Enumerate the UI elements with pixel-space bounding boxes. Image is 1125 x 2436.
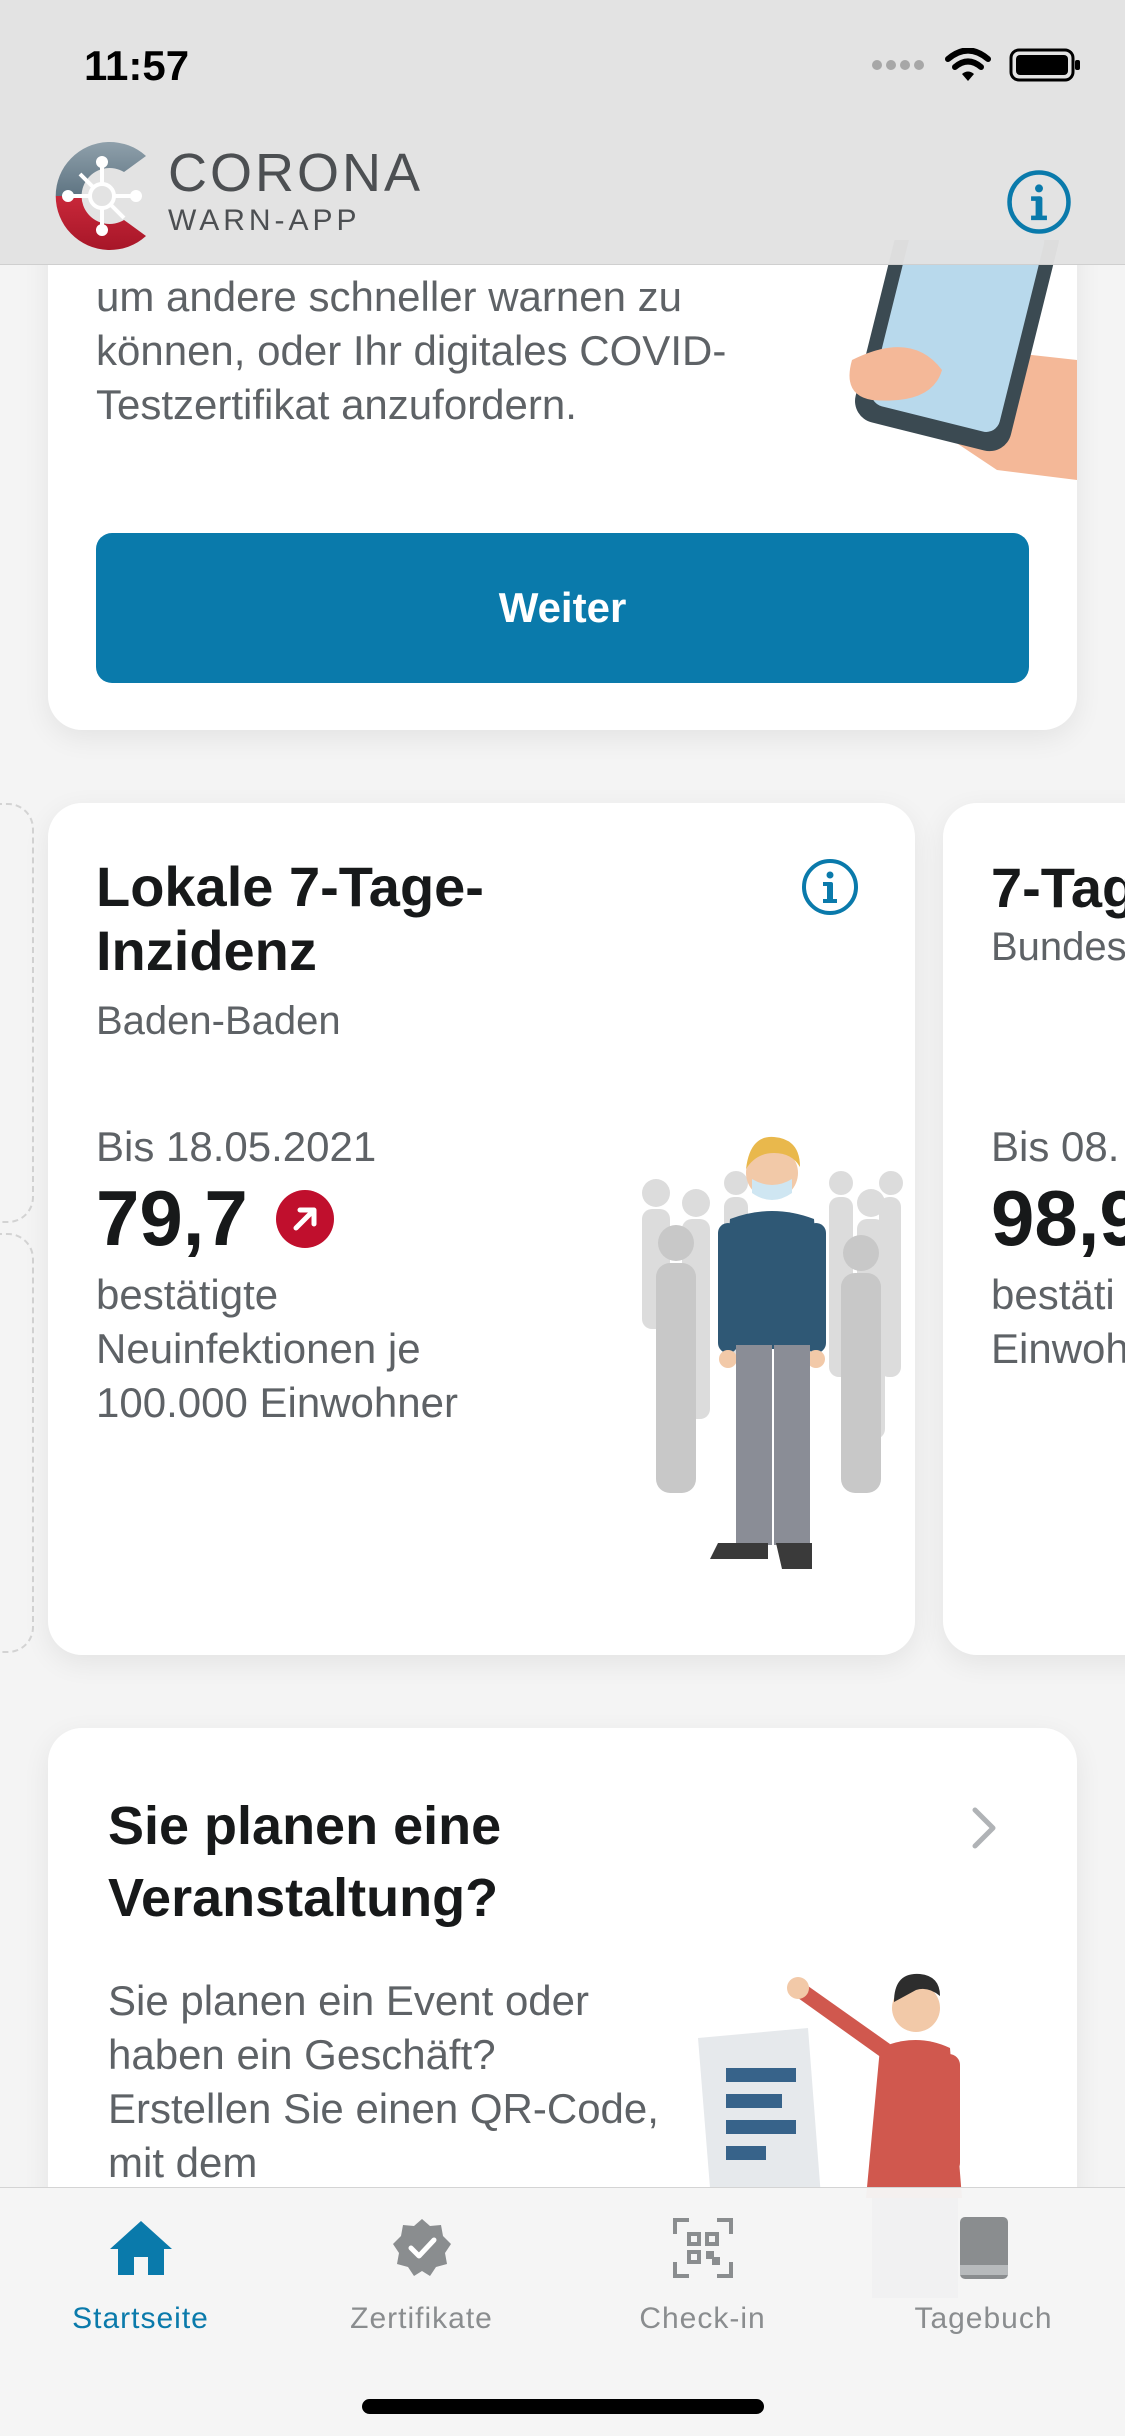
event-card-description: Sie planen ein Event oder haben ein Gesc… [108, 1977, 659, 2186]
tab-label: Tagebuch [914, 2302, 1053, 2335]
tab-label: Check-in [639, 2302, 766, 2335]
tab-bar: Startseite Zertifikate Check-in Tagebuch [0, 2187, 1125, 2436]
national-incidence-card[interactable]: 7-Tag Bundes Bis 08. 98,9 bestäti Neuinf… [943, 803, 1125, 1655]
tab-startseite[interactable]: Startseite [0, 2210, 281, 2336]
incidence-value-row: 79,7 [96, 1173, 334, 1264]
battery-icon [1009, 48, 1080, 82]
tab-tagebuch[interactable]: Tagebuch [843, 2210, 1124, 2336]
info-icon[interactable] [800, 857, 860, 917]
placeholder-card-left-2 [0, 1233, 34, 1653]
incidence-value: 79,7 [96, 1174, 248, 1262]
trend-up-icon [275, 1189, 334, 1248]
book-icon [946, 2210, 1022, 2286]
tab-check-in[interactable]: Check-in [562, 2210, 843, 2336]
incidence-title: Lokale 7-Tage-Inzidenz [96, 855, 484, 982]
national-incidence-title: 7-Tag [991, 856, 1125, 919]
national-incidence-description: bestäti Neuinf 100.00 Einwoh [991, 1271, 1125, 1372]
signal-icon [872, 60, 924, 70]
incidence-description: bestätigte Neuinfektionen je 100.000 Ein… [96, 1271, 458, 1426]
incidence-region: Baden-Baden [96, 999, 341, 1043]
national-incidence-value: 98,9 [991, 1174, 1125, 1262]
status-time: 11:57 [84, 42, 190, 89]
incidence-date: Bis 18.05.2021 [96, 1123, 377, 1170]
info-icon[interactable] [1005, 168, 1073, 236]
national-incidence-region: Bundes [991, 925, 1125, 969]
placeholder-card-left [0, 803, 34, 1223]
logo-title: CORONA [168, 143, 424, 203]
status-icons [871, 48, 1081, 82]
phone-hand-illustration [849, 240, 1077, 480]
corona-warn-app-logo [55, 142, 146, 250]
home-indicator [362, 2399, 764, 2414]
tab-label: Startseite [72, 2302, 209, 2335]
event-card-title: Sie planen eine Veranstaltung? [108, 1796, 502, 1928]
national-incidence-date: Bis 08. [991, 1123, 1120, 1170]
certificate-icon [384, 2210, 460, 2286]
continue-button[interactable]: Weiter [96, 533, 1029, 683]
tab-zertifikate[interactable]: Zertifikate [281, 2210, 562, 2336]
scroll-content[interactable]: um andere schneller warnen zu können, od… [0, 0, 1125, 2436]
home-icon [103, 2210, 179, 2286]
masked-person-crowd-illustration [642, 1136, 903, 1569]
tab-label: Zertifikate [350, 2302, 493, 2335]
qr-scan-icon [665, 2210, 741, 2286]
app-header: 11:57 CORONA WARN-APP [0, 0, 1125, 265]
logo-subtitle: WARN-APP [168, 204, 361, 237]
local-incidence-card[interactable]: Lokale 7-Tage-Inzidenz Baden-Baden Bis 1… [48, 803, 915, 1655]
chevron-right-icon [972, 1807, 996, 1849]
wifi-icon [945, 48, 991, 81]
test-card-text: um andere schneller warnen zu können, od… [96, 273, 727, 428]
